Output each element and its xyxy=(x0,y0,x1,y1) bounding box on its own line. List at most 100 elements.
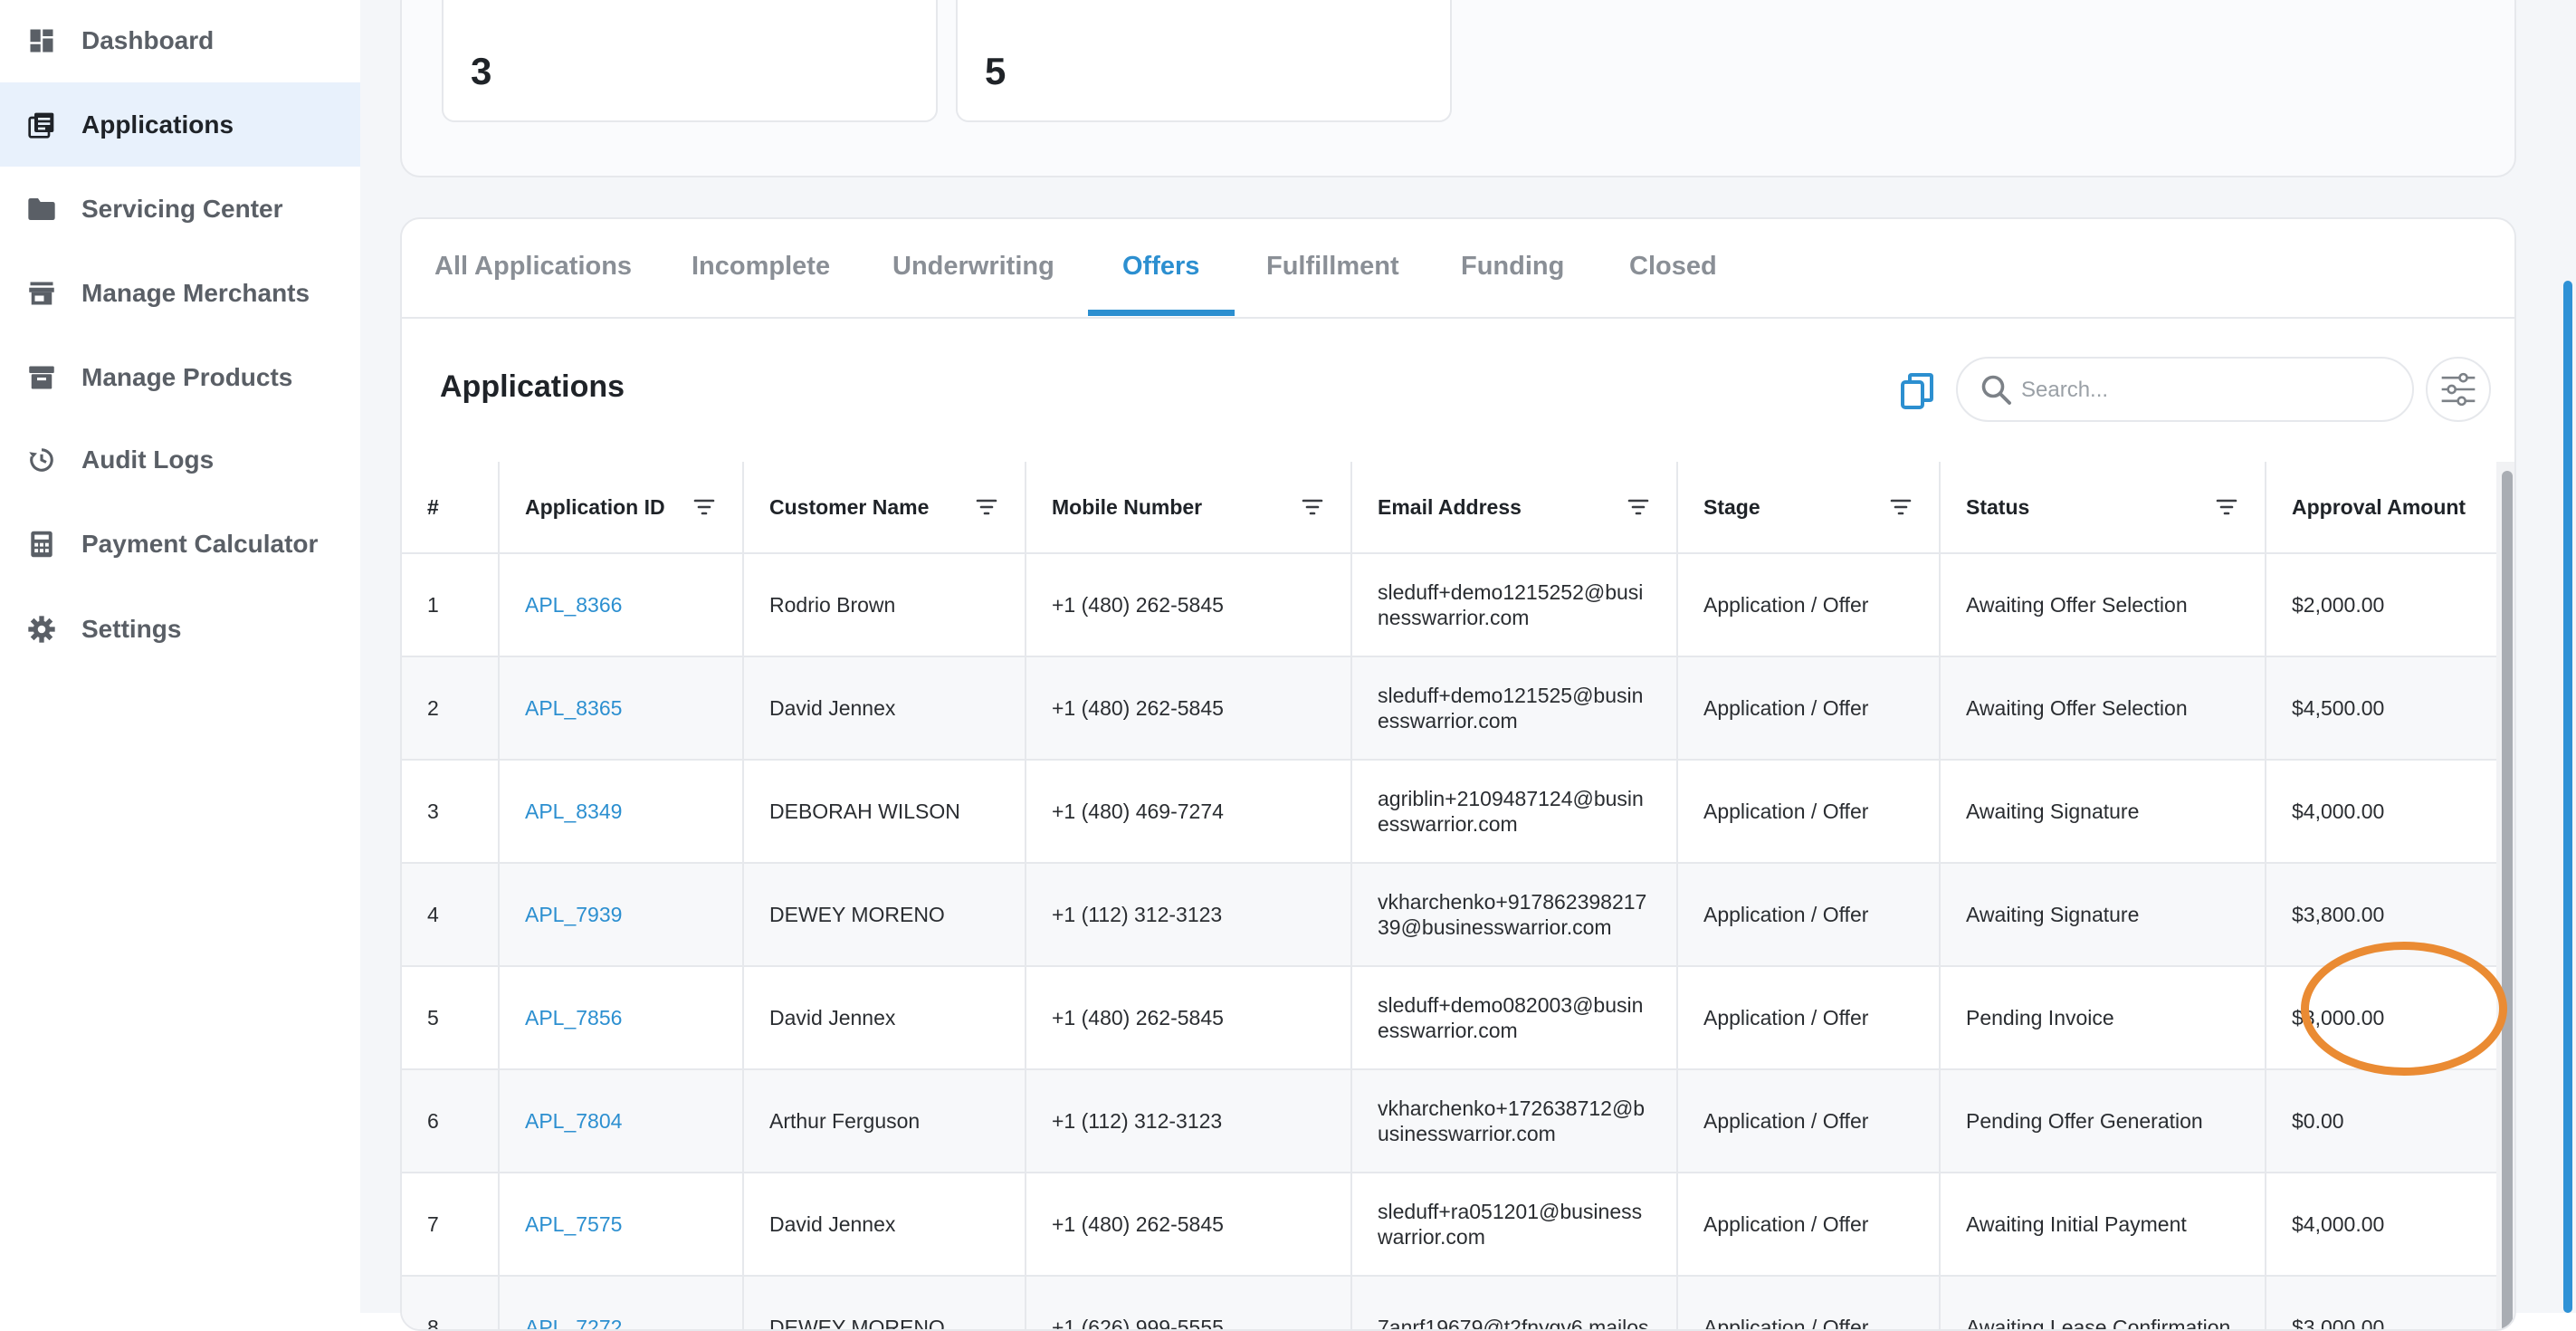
table-row[interactable]: 3 APL_8349 DEBORAH WILSON +1 (480) 469-7274… xyxy=(402,761,2496,864)
cell-number: 4 xyxy=(402,864,500,965)
cell-application-id[interactable]: APL_8349 xyxy=(500,761,744,862)
column-header-status[interactable]: Status xyxy=(1941,462,2266,552)
column-header-label: Application ID xyxy=(525,494,665,519)
table-row[interactable]: 2 APL_8365 David Jennex +1 (480) 262-5845 sl… xyxy=(402,657,2496,761)
cell-application-id[interactable]: APL_7272 xyxy=(500,1277,744,1329)
sidebar-item-label: Audit Logs xyxy=(81,445,215,474)
tab-incomplete[interactable]: Incomplete xyxy=(692,252,830,282)
cell-email-address: sleduff+demo1215252@businesswarrior.com xyxy=(1352,554,1678,656)
tab-offers[interactable]: Offers xyxy=(1122,252,1199,282)
filter-icon xyxy=(1890,499,1912,515)
cell-email-address: sleduff+demo121525@businesswarrior.com xyxy=(1352,657,1678,759)
tab-all-applications[interactable]: All Applications xyxy=(434,252,632,282)
tab-funding[interactable]: Funding xyxy=(1461,252,1564,282)
cell-status: Awaiting Lease Confirmation xyxy=(1941,1277,2266,1329)
cell-status: Awaiting Signature xyxy=(1941,864,2266,965)
dashboard-icon xyxy=(25,24,58,57)
store-icon xyxy=(25,277,58,310)
cell-customer-name: DEWEY MORENO xyxy=(744,864,1026,965)
sidebar-item-audit-logs[interactable]: Audit Logs xyxy=(0,417,360,502)
column-header-number: # xyxy=(402,462,500,552)
sidebar-item-label: Manage Products xyxy=(81,362,293,391)
cell-stage: Application / Offer xyxy=(1678,554,1941,656)
table-row[interactable]: 1 APL_8366 Rodrio Brown +1 (480) 262-5845 sl… xyxy=(402,554,2496,657)
column-header-email-address[interactable]: Email Address xyxy=(1352,462,1678,552)
cell-customer-name: Arthur Ferguson xyxy=(744,1070,1026,1172)
sidebar-item-servicing-center[interactable]: Servicing Center xyxy=(0,167,360,251)
cell-email-address: sleduff+demo082003@businesswarrior.com xyxy=(1352,967,1678,1068)
table-scrollbar-thumb[interactable] xyxy=(2502,471,2513,1329)
page-scrollbar[interactable] xyxy=(2563,281,2572,1313)
sidebar-item-settings[interactable]: Settings xyxy=(0,587,360,671)
cell-stage: Application / Offer xyxy=(1678,761,1941,862)
search-box[interactable] xyxy=(1956,357,2414,422)
table-row[interactable]: 5 APL_7856 David Jennex +1 (480) 262-5845 sl… xyxy=(402,967,2496,1070)
cell-email-address: 7anrf19679@t2fnygy6.mailos xyxy=(1352,1277,1678,1331)
email-text: sleduff+ra051201@businesswarrior.com xyxy=(1378,1200,1643,1249)
cell-number: 6 xyxy=(402,1070,500,1172)
sidebar-item-dashboard[interactable]: Dashboard xyxy=(0,0,360,82)
filter-settings-button[interactable] xyxy=(2426,357,2491,422)
cell-approval-amount: $0.00 xyxy=(2292,1108,2344,1133)
column-header-label: Customer Name xyxy=(769,494,930,519)
cell-mobile-number: +1 (112) 312-3123 xyxy=(1026,864,1352,965)
copy-button[interactable] xyxy=(1897,371,1937,411)
applications-icon xyxy=(25,109,58,141)
cell-customer-name: DEWEY MORENO xyxy=(744,1277,1026,1329)
column-header-customer-name[interactable]: Customer Name xyxy=(744,462,1026,552)
cell-mobile-number: +1 (480) 262-5845 xyxy=(1026,657,1352,759)
sliders-icon xyxy=(2441,372,2476,407)
cell-application-id[interactable]: APL_8366 xyxy=(500,554,744,656)
sidebar-item-manage-merchants[interactable]: Manage Merchants xyxy=(0,251,360,335)
sidebar-item-label: Settings xyxy=(81,614,182,643)
cell-approval-amount: $4,000.00 xyxy=(2292,799,2385,823)
stats-panel: 3 5 xyxy=(400,0,2516,177)
email-text: 7anrf19679@t2fnygy6.mailos xyxy=(1378,1316,1649,1331)
filter-icon xyxy=(1627,499,1649,515)
active-tab-indicator xyxy=(1088,310,1235,316)
column-header-application-id[interactable]: Application ID xyxy=(500,462,744,552)
column-header-approval-amount: Approval Amount xyxy=(2292,494,2466,519)
sidebar-item-payment-calculator[interactable]: Payment Calculator xyxy=(0,502,360,586)
tab-fulfillment[interactable]: Fulfillment xyxy=(1266,252,1399,282)
cell-customer-name: Rodrio Brown xyxy=(744,554,1026,656)
cell-status: Awaiting Offer Selection xyxy=(1941,657,2266,759)
column-header-mobile-number[interactable]: Mobile Number xyxy=(1026,462,1352,552)
search-input[interactable] xyxy=(2019,371,2385,409)
column-header-stage[interactable]: Stage xyxy=(1678,462,1941,552)
cell-mobile-number: +1 (626) 999-5555 xyxy=(1026,1277,1352,1329)
sidebar-item-applications[interactable]: Applications xyxy=(0,82,360,167)
sidebar: Dashboard Applications Servicing Center … xyxy=(0,0,362,1313)
table-row[interactable]: 7 APL_7575 David Jennex +1 (480) 262-5845 sl… xyxy=(402,1173,2496,1277)
column-header-label: Email Address xyxy=(1378,494,1522,519)
cell-number: 3 xyxy=(402,761,500,862)
tab-closed[interactable]: Closed xyxy=(1629,252,1717,282)
history-icon xyxy=(25,444,58,476)
column-header-label: Status xyxy=(1966,494,2030,519)
cell-customer-name: David Jennex xyxy=(744,657,1026,759)
calculator-icon xyxy=(25,528,58,560)
email-text: vkharchenko+91786239821739@businesswarri… xyxy=(1378,890,1647,939)
filter-icon xyxy=(976,499,997,515)
applications-panel: All Applications Incomplete Underwriting… xyxy=(400,217,2516,1331)
cell-approval-amount: $3,000.00 xyxy=(2292,1315,2385,1331)
table-row[interactable]: 6 APL_7804 Arthur Ferguson +1 (112) 312-312… xyxy=(402,1070,2496,1173)
table-row[interactable]: 4 APL_7939 DEWEY MORENO +1 (112) 312-3123 vk… xyxy=(402,864,2496,967)
stat-value: 5 xyxy=(985,50,1007,92)
tab-underwriting[interactable]: Underwriting xyxy=(892,252,1054,282)
column-header-label: Mobile Number xyxy=(1052,494,1203,519)
main-content: 3 5 All Applications Incomplete Underwri… xyxy=(360,0,2576,1331)
cell-application-id[interactable]: APL_7804 xyxy=(500,1070,744,1172)
tab-bar: All Applications Incomplete Underwriting… xyxy=(402,219,2514,319)
sidebar-item-manage-products[interactable]: Manage Products xyxy=(0,335,360,419)
cell-application-id[interactable]: APL_7856 xyxy=(500,967,744,1068)
cell-application-id[interactable]: APL_8365 xyxy=(500,657,744,759)
cell-application-id[interactable]: APL_7575 xyxy=(500,1173,744,1275)
cell-mobile-number: +1 (480) 262-5845 xyxy=(1026,1173,1352,1275)
table-row[interactable]: 8 APL_7272 DEWEY MORENO +1 (626) 999-5555 7a… xyxy=(402,1277,2496,1331)
cell-customer-name: DEBORAH WILSON xyxy=(744,761,1026,862)
cell-status: Awaiting Initial Payment xyxy=(1941,1173,2266,1275)
cell-application-id[interactable]: APL_7939 xyxy=(500,864,744,965)
table-header-row: # Application ID Customer Name Mobile Nu… xyxy=(402,462,2496,554)
sidebar-item-label: Dashboard xyxy=(81,25,215,54)
